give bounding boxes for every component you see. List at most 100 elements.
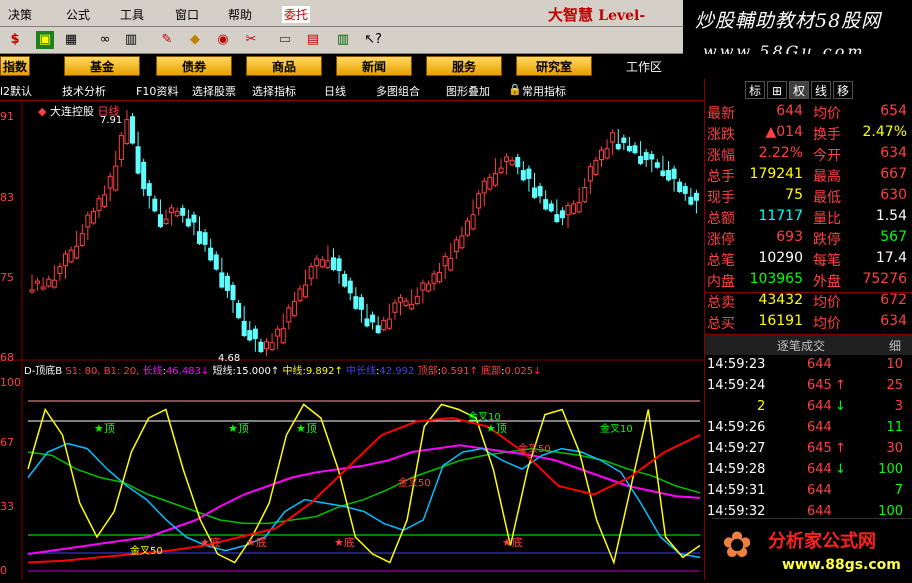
- brand-logo: 大智慧 Level-: [548, 4, 645, 25]
- quote-row: 总笔 10290 每笔 17.4: [705, 250, 912, 271]
- menu-help[interactable]: 帮助: [228, 6, 252, 23]
- subbar-daily[interactable]: 日线: [324, 83, 346, 99]
- nav-bond[interactable]: 债券: [156, 56, 232, 76]
- nav-research[interactable]: 研究室: [516, 56, 592, 76]
- help-pointer-icon[interactable]: ↖?: [364, 31, 382, 49]
- tab-mark[interactable]: 标: [745, 81, 765, 99]
- nav-news[interactable]: 新闻: [336, 56, 412, 76]
- candle-body: [236, 302, 242, 319]
- flag-icon[interactable]: ▣: [36, 31, 54, 49]
- quote-value-2: 654: [880, 103, 907, 119]
- workspace-label[interactable]: 工作区: [626, 58, 662, 75]
- record-icon[interactable]: ◉: [214, 31, 232, 49]
- window-icon[interactable]: ▤: [304, 31, 322, 49]
- tab-rights[interactable]: 权: [789, 81, 809, 99]
- subbar-select-indicator[interactable]: 选择指标: [252, 83, 296, 99]
- menu-order[interactable]: 委托: [282, 6, 311, 23]
- quote-row: 涨停 693 跌停 567: [705, 229, 912, 250]
- brand-name: 大智慧: [548, 6, 594, 24]
- candle-body: [202, 232, 208, 245]
- diamond-icon[interactable]: ◆: [186, 31, 204, 49]
- candle-body: [252, 328, 258, 339]
- nav-commodity[interactable]: 商品: [246, 56, 322, 76]
- trade-header: 逐笔成交 细: [705, 335, 912, 355]
- chart-icon[interactable]: ▥: [122, 31, 140, 49]
- subbar-multi-chart[interactable]: 多图组合: [376, 83, 420, 99]
- trade-volume: 11: [886, 420, 903, 435]
- candle-body: [146, 183, 152, 196]
- candle-body: [180, 207, 186, 216]
- candle-body: [247, 330, 253, 341]
- trade-arrow: ↓: [835, 399, 846, 414]
- tab-line[interactable]: 线: [811, 81, 831, 99]
- marker-bottom-2-text: 底: [255, 536, 267, 549]
- nav-fund[interactable]: 基金: [64, 56, 140, 76]
- trade-price: 644: [807, 462, 832, 477]
- binoculars-icon[interactable]: ∞: [96, 31, 114, 49]
- candle-body: [319, 259, 325, 268]
- quote-panel: 标 ⊞ 权 线 移 最新 644 均价 654 涨跌 ▲014 换手 2.47% 涨幅 2.22%…: [704, 79, 912, 580]
- note-icon[interactable]: ✎: [158, 31, 176, 49]
- subbar-f10[interactable]: F10资料: [136, 83, 178, 99]
- lock-icon[interactable]: 🔒: [508, 83, 522, 96]
- marker-bottom-4-text: 底: [511, 536, 523, 549]
- y-ind-label-3: 0: [0, 564, 7, 577]
- candle-body: [35, 280, 41, 284]
- quote-label-2: 量比: [813, 211, 841, 227]
- menu-decision[interactable]: 决策: [8, 6, 32, 23]
- subbar-select-stock[interactable]: 选择股票: [192, 83, 236, 99]
- dollar-icon[interactable]: $: [6, 31, 24, 49]
- candle-body: [331, 257, 336, 271]
- menu-tools[interactable]: 工具: [120, 6, 144, 23]
- menu-formula[interactable]: 公式: [66, 6, 90, 23]
- quote-row: 总买 16191 均价 634: [705, 313, 912, 334]
- subbar-overlay[interactable]: 图形叠加: [446, 83, 490, 99]
- candle-body: [409, 303, 415, 310]
- quote-row: 总手 179241 最高 667: [705, 166, 912, 187]
- candle-body: [219, 272, 225, 288]
- candle-body: [476, 193, 482, 209]
- candle-body: [79, 233, 85, 246]
- trade-price: 644: [807, 357, 832, 372]
- indicator-name[interactable]: D-顶底B: [24, 366, 62, 377]
- trade-arrow: ↑: [835, 378, 846, 393]
- ind-long-name: 长线: [142, 366, 163, 377]
- candle-body: [370, 314, 376, 323]
- trade-row: 14:59:27 645 ↑ 30: [705, 441, 912, 462]
- quote-value-2: 75276: [862, 271, 907, 287]
- candle-body: [593, 159, 599, 176]
- tool-icon[interactable]: ✂: [242, 31, 260, 49]
- y-label-3: 68: [0, 351, 14, 364]
- quote-label: 最新: [707, 106, 735, 122]
- candle-body: [185, 218, 191, 227]
- grid-icon[interactable]: ▦: [62, 31, 80, 49]
- candle-body: [51, 279, 57, 288]
- trade-detail-button[interactable]: 细: [889, 337, 901, 354]
- candle-body: [571, 203, 577, 214]
- quote-value: 2.22%: [758, 145, 803, 161]
- candle-body: [269, 342, 275, 351]
- trade-time: 14:59:24: [707, 378, 766, 393]
- menu-window[interactable]: 窗口: [175, 6, 199, 23]
- books-icon[interactable]: ▥: [334, 31, 352, 49]
- candle-body: [57, 266, 63, 274]
- nav-index[interactable]: 指数: [0, 56, 30, 76]
- trade-time: 14:59:28: [707, 462, 766, 477]
- candle-body: [353, 296, 359, 309]
- quote-row: 涨跌 ▲014 换手 2.47%: [705, 124, 912, 145]
- subbar-default[interactable]: l2默认: [0, 83, 32, 99]
- nav-service[interactable]: 服务: [426, 56, 502, 76]
- candle-body: [241, 320, 247, 337]
- chart-area[interactable]: [0, 101, 704, 580]
- candle-body: [420, 282, 426, 291]
- tab-grid[interactable]: ⊞: [767, 81, 787, 99]
- subbar-technical[interactable]: 技术分析: [62, 83, 106, 99]
- trade-count: 2: [757, 399, 766, 414]
- subbar-common-indicator[interactable]: 常用指标: [522, 83, 566, 99]
- quote-value: 10290: [758, 250, 803, 266]
- candle-body: [46, 278, 52, 287]
- candle-body: [431, 273, 437, 284]
- folder-icon[interactable]: ▭: [276, 31, 294, 49]
- candle-body: [208, 247, 214, 261]
- tab-move[interactable]: 移: [833, 81, 853, 99]
